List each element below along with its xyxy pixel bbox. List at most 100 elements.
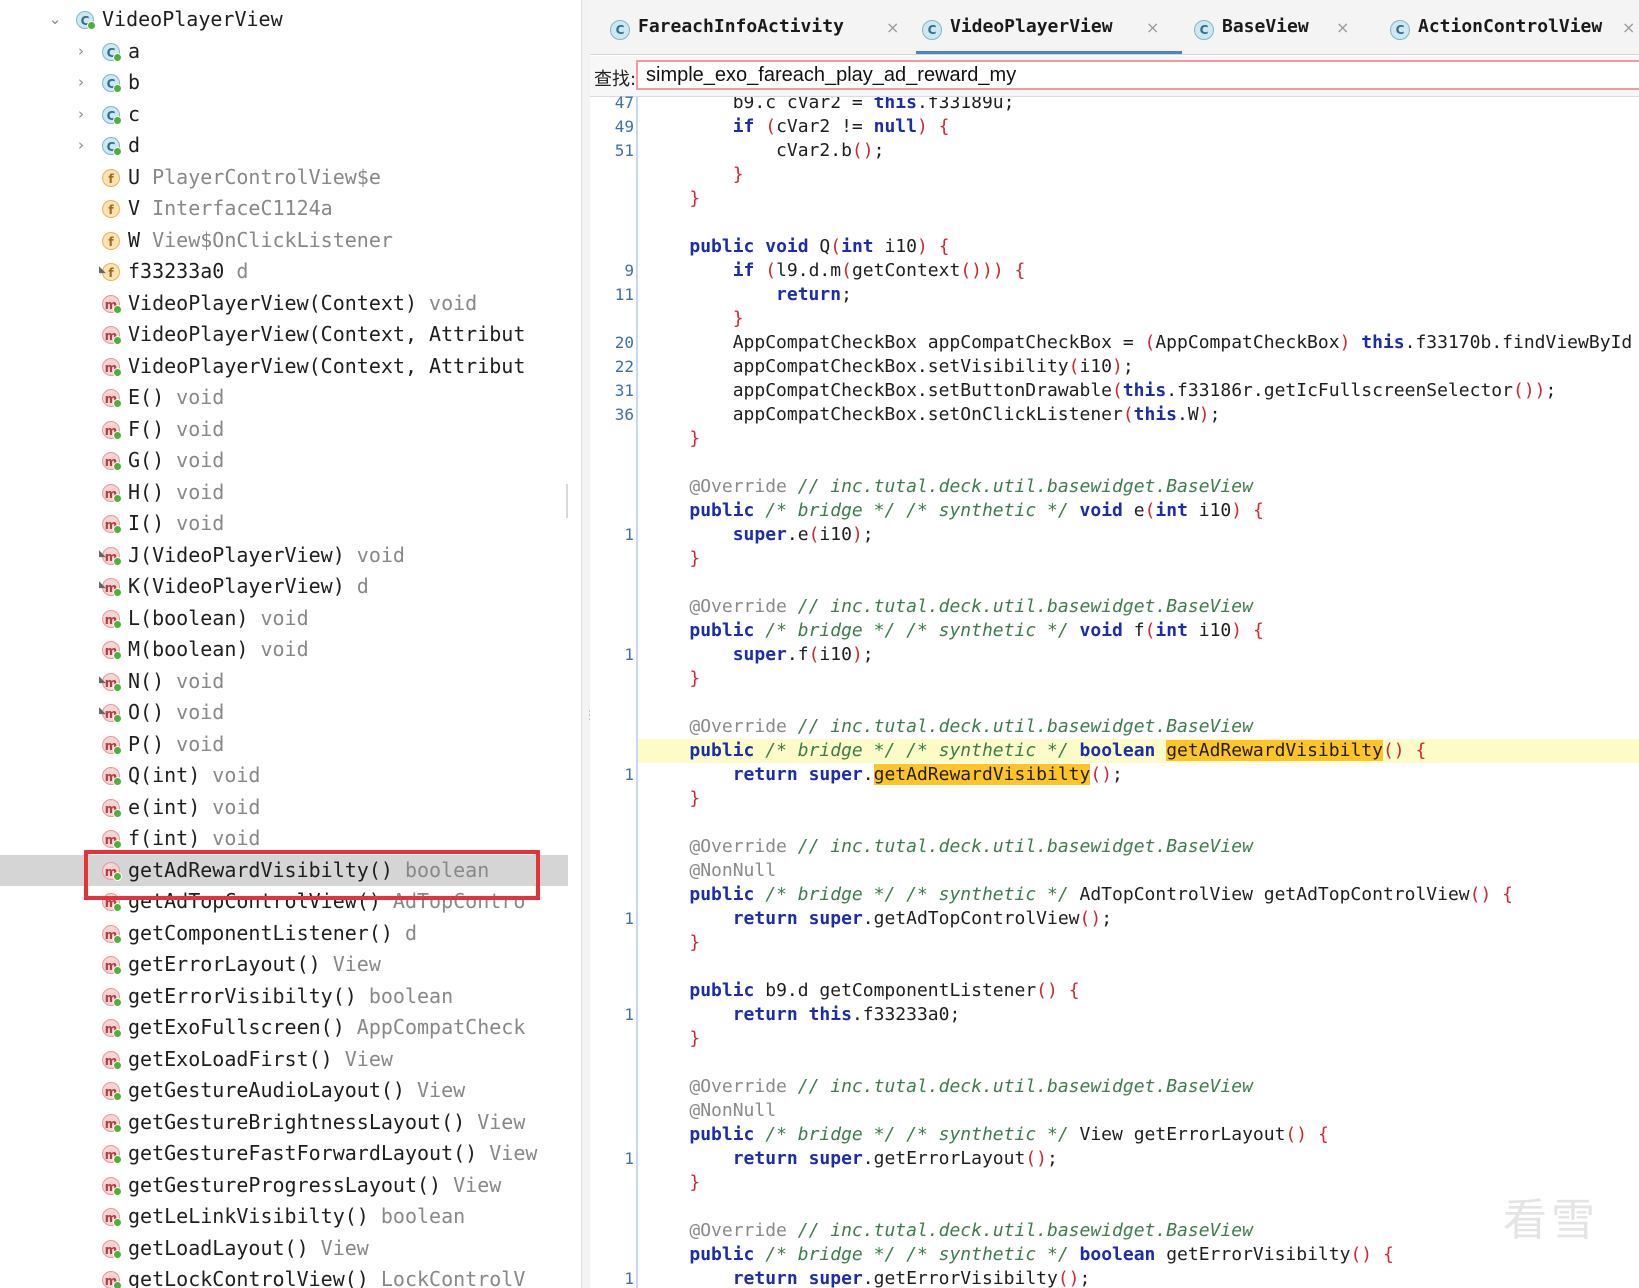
modifier-icon: ◣ [99, 674, 106, 685]
tree-row[interactable]: m getComponentListener() d [0, 918, 568, 950]
tree-row[interactable]: m getExoLoadFirst() View [0, 1044, 568, 1076]
line-number: 1 [624, 909, 634, 928]
panel-splitter[interactable]: ⋮ [581, 0, 596, 1288]
tree-row[interactable]: m ◣ N() void [0, 666, 568, 698]
chevron-right-icon[interactable]: › [74, 36, 88, 68]
tree-row[interactable]: f ◣ f33233a0 d [0, 256, 568, 288]
field-icon: f [102, 231, 120, 250]
method-icon: m [102, 1145, 122, 1164]
code-token: ; [1209, 404, 1221, 425]
tree-row[interactable]: m getLockControlView() LockControlV [0, 1264, 568, 1288]
close-icon[interactable]: × [1336, 18, 1349, 37]
code-token: ( [841, 260, 852, 281]
chevron-right-icon[interactable]: › [74, 99, 88, 131]
find-input[interactable] [636, 60, 1639, 90]
tab-baseview[interactable]: C BaseView × [1194, 10, 1384, 48]
member-type: d [356, 574, 369, 598]
member-name: getLockControlView() [128, 1267, 369, 1288]
code-token: { [1252, 620, 1264, 641]
method-icon: m [102, 956, 122, 975]
method-icon: m ◣ [99, 578, 122, 597]
tree-row[interactable]: m getExoFullscreen() AppCompatCheck [0, 1012, 568, 1044]
tree-row[interactable]: m F() void [0, 414, 568, 446]
tree-row[interactable]: m ◣ J(VideoPlayerView) void [0, 540, 568, 572]
code-token: @Override [689, 836, 787, 857]
code-token: ( [1122, 404, 1134, 425]
tree-row[interactable]: m G() void [0, 445, 568, 477]
code-token: () [1285, 1124, 1308, 1145]
chevron-down-icon[interactable]: ⌄ [48, 4, 62, 36]
code-area[interactable]: b9.c cVar2 = this.f33189u; if (cVar2 != … [638, 97, 1639, 1288]
tree-row[interactable]: m getErrorVisibilty() boolean [0, 981, 568, 1013]
code-token: /* bridge */ /* synthetic */ [765, 1124, 1069, 1145]
code-token: { [938, 116, 950, 137]
public-dot-icon [113, 1092, 122, 1101]
tab-videoplayerview[interactable]: C VideoPlayerView × [916, 10, 1182, 54]
search-match: getAdRewardVisibilty [1166, 740, 1383, 761]
close-icon[interactable]: × [1146, 18, 1159, 37]
method-icon: m [102, 483, 122, 503]
tree-row[interactable]: m getGestureFastForwardLayout() View [0, 1138, 568, 1170]
tree-row[interactable]: › Cb [0, 67, 568, 99]
close-icon[interactable]: × [886, 18, 899, 37]
public-dot-icon [113, 1029, 122, 1038]
tree-row[interactable]: m P() void [0, 729, 568, 761]
tree-row[interactable]: ⌄ C VideoPlayerView [0, 4, 568, 36]
tree-row[interactable]: m getGestureProgressLayout() View [0, 1170, 568, 1202]
tree-row[interactable]: fW View$OnClickListener [0, 225, 568, 257]
tree-row[interactable]: m VideoPlayerView(Context) void [0, 288, 568, 320]
code-token: ( [808, 524, 820, 545]
public-dot-icon [113, 1155, 122, 1164]
chevron-right-icon[interactable]: › [74, 130, 88, 162]
tree-item-label: E() void [128, 382, 224, 414]
tree-row[interactable]: m e(int) void [0, 792, 568, 824]
close-icon[interactable]: × [1622, 18, 1635, 37]
tree-item-label: b [128, 67, 140, 99]
tree-row[interactable]: › Ca [0, 36, 568, 68]
code-token: ()) [1512, 380, 1546, 401]
code-token: .f33170b.findViewById [1404, 332, 1633, 353]
tree-item-label: L(boolean) void [128, 603, 309, 635]
tree-row[interactable]: m ◣ O() void [0, 697, 568, 729]
chevron-right-icon[interactable]: › [74, 67, 88, 99]
member-type: void [356, 542, 405, 567]
member-name: getLeLinkVisibilty() [128, 1204, 369, 1228]
tree-row[interactable]: m ◣ K(VideoPlayerView) d [0, 571, 568, 603]
tree-item-label: V InterfaceC1124a [128, 193, 333, 225]
code-line: appCompatCheckBox.setOnClickListener(thi… [638, 403, 1639, 427]
tree-row[interactable]: m Q(int) void [0, 760, 568, 792]
tree-row[interactable]: m M(boolean) void [0, 634, 568, 666]
code-token: public [689, 980, 755, 1001]
tree-scrollbar-thumb[interactable] [566, 484, 568, 518]
tab-actioncontrolview[interactable]: C ActionControlView × [1390, 10, 1639, 48]
public-dot-icon [113, 525, 122, 534]
tab-fareachinfoactivity[interactable]: C FareachInfoActivity × [610, 10, 910, 48]
tree-row[interactable]: m VideoPlayerView(Context, Attribut [0, 319, 568, 351]
tree-row[interactable]: m getErrorLayout() View [0, 949, 568, 981]
public-dot-icon [113, 1218, 122, 1227]
tree-row[interactable]: › Cc [0, 99, 568, 131]
tree-row[interactable]: m getLeLinkVisibilty() boolean [0, 1201, 568, 1233]
tree-row[interactable]: m getGestureAudioLayout() View [0, 1075, 568, 1107]
tree-row[interactable]: m L(boolean) void [0, 603, 568, 635]
code-token: ( [1144, 620, 1156, 641]
tree-row[interactable]: m E() void [0, 382, 568, 414]
code-token: int [1155, 500, 1188, 521]
tree-row[interactable]: m getLoadLayout() View [0, 1233, 568, 1265]
tree-row[interactable]: m I() void [0, 508, 568, 540]
tree-row[interactable]: fU PlayerControlView$e [0, 162, 568, 194]
code-token: return [732, 764, 798, 785]
method-icon: m [102, 767, 122, 786]
tree-row[interactable]: fV InterfaceC1124a [0, 193, 568, 225]
tree-row[interactable]: m getGestureBrightnessLayout() View [0, 1107, 568, 1139]
tree-row[interactable]: m H() void [0, 477, 568, 509]
code-token: void [1079, 620, 1123, 641]
member-name: a [128, 38, 141, 63]
tree-row[interactable]: m VideoPlayerView(Context, Attribut [0, 351, 568, 383]
member-type: boolean [368, 983, 454, 1008]
tree-row[interactable]: › Cd [0, 130, 568, 162]
